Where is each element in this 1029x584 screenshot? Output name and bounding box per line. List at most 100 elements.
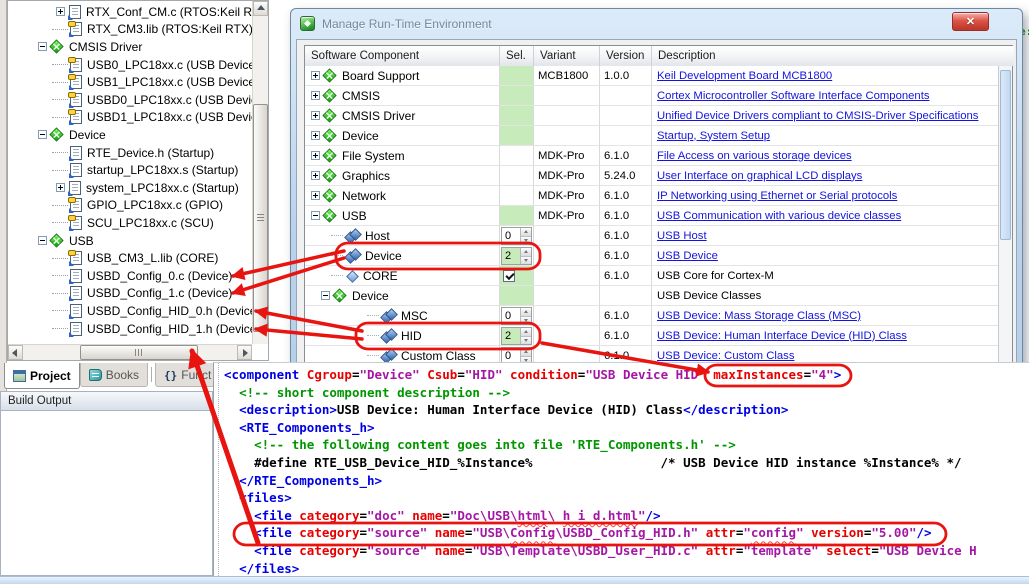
component-row-5-graphics[interactable]: GraphicsMDK-Pro5.24.0User Interface on g… (305, 166, 998, 186)
build-output-body[interactable] (0, 411, 213, 576)
component-row-12-msc[interactable]: MSC06.1.0USB Device: Mass Storage Class … (305, 306, 998, 326)
description-link[interactable]: USB Host (652, 230, 707, 242)
tree-item-usb1-lpc18xx-c-usb-device-u[interactable]: USB1_LPC18xx.c (USB Device:U (8, 73, 252, 91)
component-row-11-device[interactable]: DeviceUSB Device Classes (305, 286, 998, 306)
component-row-9-device[interactable]: Device26.1.0USB Device (305, 246, 998, 266)
expand-toggle[interactable] (38, 130, 47, 139)
expand-toggle[interactable] (311, 111, 320, 120)
spin-up-button[interactable] (521, 228, 531, 237)
tree-item-usb0-lpc18xx-c-usb-device-u[interactable]: USB0_LPC18xx.c (USB Device:U (8, 56, 252, 74)
component-row-0-board-support[interactable]: Board SupportMCB18001.0.0Keil Developmen… (305, 66, 998, 86)
tree-item-usbd-config-1-c-device[interactable]: USBD_Config_1.c (Device) (8, 285, 252, 303)
description-link[interactable]: USB Communication with various device cl… (652, 210, 901, 222)
component-row-2-cmsis-driver[interactable]: CMSIS DriverUnified Device Drivers compl… (305, 106, 998, 126)
tree-item-usbd1-lpc18xx-c-usb-device[interactable]: USBD1_LPC18xx.c (USB Device: (8, 109, 252, 127)
description-link[interactable]: Unified Device Drivers compliant to CMSI… (652, 110, 978, 122)
code-line-11[interactable]: <file category="source" name="USB\Templa… (224, 542, 1029, 560)
tree-item-usbd-config-hid-1-h-device[interactable]: USBD_Config_HID_1.h (Device: (8, 320, 252, 338)
expand-toggle[interactable] (311, 211, 320, 220)
code-line-2[interactable]: <!-- short component description --> (224, 384, 1029, 402)
description-link[interactable]: IP Networking using Ethernet or Serial p… (652, 190, 897, 202)
expand-toggle[interactable] (311, 151, 320, 160)
tree-item-rtx-cm3-lib-rtos-keil-rtx[interactable]: RTX_CM3.lib (RTOS:Keil RTX) (8, 21, 252, 39)
scroll-up-button[interactable] (253, 1, 268, 16)
expand-toggle[interactable] (321, 291, 330, 300)
tree-item-cmsis-driver[interactable]: CMSIS Driver (8, 38, 252, 56)
scroll-left-button[interactable] (8, 345, 23, 360)
spin-down-button[interactable] (521, 257, 531, 265)
code-line-6[interactable]: #define RTE_USB_Device_HID_%Instance% /*… (224, 454, 1029, 472)
spin-down-button[interactable] (521, 317, 531, 325)
tree-item-usbd-config-hid-0-h-device[interactable]: USBD_Config_HID_0.h (Device: (8, 302, 252, 320)
expand-toggle[interactable] (56, 7, 65, 16)
tree-item-gpio-lpc18xx-c-gpio[interactable]: GPIO_LPC18xx.c (GPIO) (8, 197, 252, 215)
tab-funct[interactable]: {}Funct (155, 363, 213, 387)
tree-item-system-lpc18xx-c-startup[interactable]: system_LPC18xx.c (Startup) (8, 179, 252, 197)
spin-up-button[interactable] (521, 248, 531, 257)
code-line-12[interactable]: </files> (224, 560, 1029, 576)
description-link[interactable]: Cortex Microcontroller Software Interfac… (652, 90, 930, 102)
spin-up-button[interactable] (521, 348, 531, 357)
code-line-5[interactable]: <!-- the following content goes into fil… (224, 436, 1029, 454)
code-line-3[interactable]: <description>USB Device: Human Interface… (224, 401, 1029, 419)
expand-toggle[interactable] (56, 183, 65, 192)
tree-vertical-scrollbar[interactable] (252, 1, 268, 344)
spin-down-button[interactable] (521, 237, 531, 245)
description-link[interactable]: USB Device: Mass Storage Class (MSC) (652, 310, 861, 322)
tree-item-rtx-conf-cm-c-rtos-keil-rt[interactable]: RTX_Conf_CM.c (RTOS:Keil RT (8, 3, 252, 21)
description-link[interactable]: User Interface on graphical LCD displays (652, 170, 862, 182)
spin-down-button[interactable] (521, 337, 531, 345)
spin-up-button[interactable] (521, 328, 531, 337)
close-button[interactable]: ✕ (952, 12, 989, 31)
xml-editor-pane[interactable]: <component Cgroup="Device" Csub="HID" co… (213, 362, 1029, 576)
component-row-13-hid[interactable]: HID26.1.0USB Device: Human Interface Dev… (305, 326, 998, 346)
core-checkbox[interactable] (503, 270, 515, 282)
component-row-4-file-system[interactable]: File SystemMDK-Pro6.1.0File Access on va… (305, 146, 998, 166)
spin-up-button[interactable] (521, 308, 531, 317)
code-line-4[interactable]: <RTE_Components_h> (224, 419, 1029, 437)
tree-item-usb[interactable]: USB (8, 232, 252, 250)
description-link[interactable]: USB Device (652, 250, 718, 262)
device-instances-spinner[interactable]: 2 (501, 247, 532, 265)
horizontal-scrollbar-thumb[interactable] (80, 345, 198, 360)
scroll-right-button[interactable] (237, 345, 252, 360)
expand-toggle[interactable] (311, 131, 320, 140)
description-link[interactable]: USB Device: Custom Class (652, 350, 794, 362)
tree-item-scu-lpc18xx-c-scu[interactable]: SCU_LPC18xx.c (SCU) (8, 214, 252, 232)
tree-horizontal-scrollbar[interactable] (8, 344, 252, 360)
tree-item-usbd-config-0-c-device[interactable]: USBD_Config_0.c (Device) (8, 267, 252, 285)
description-link[interactable]: File Access on various storage devices (652, 150, 852, 162)
code-line-8[interactable]: <files> (224, 489, 1029, 507)
component-row-6-network[interactable]: NetworkMDK-Pro6.1.0IP Networking using E… (305, 186, 998, 206)
tab-project[interactable]: Project (4, 363, 80, 389)
component-row-1-cmsis[interactable]: CMSISCortex Microcontroller Software Int… (305, 86, 998, 106)
tab-books[interactable]: Books (80, 363, 148, 387)
tree-item-usb-cm3-l-lib-core[interactable]: USB_CM3_L.lib (CORE) (8, 249, 252, 267)
hid-instances-spinner[interactable]: 2 (501, 327, 532, 345)
component-row-8-host[interactable]: Host06.1.0USB Host (305, 226, 998, 246)
component-row-7-usb[interactable]: USBMDK-Pro6.1.0USB Communication with va… (305, 206, 998, 226)
expand-toggle[interactable] (311, 71, 320, 80)
vertical-scrollbar-thumb[interactable] (253, 104, 268, 332)
vertical-scrollbar-thumb[interactable] (1000, 70, 1011, 240)
expand-toggle[interactable] (311, 171, 320, 180)
expand-toggle[interactable] (38, 236, 47, 245)
code-line-10[interactable]: <file category="source" name="USB\Config… (224, 524, 1029, 542)
expand-toggle[interactable] (38, 42, 47, 51)
code-line-9[interactable]: <file category="doc" name="Doc\USB\html\… (224, 507, 1029, 525)
description-link[interactable]: Keil Development Board MCB1800 (652, 70, 832, 82)
component-row-3-device[interactable]: DeviceStartup, System Setup (305, 126, 998, 146)
host-instances-spinner[interactable]: 0 (501, 227, 532, 245)
component-row-10-core[interactable]: CORE6.1.0USB Core for Cortex-M (305, 266, 998, 286)
msc-instances-spinner[interactable]: 0 (501, 307, 532, 325)
expand-toggle[interactable] (311, 91, 320, 100)
code-line-7[interactable]: </RTE_Components_h> (224, 472, 1029, 490)
description-link[interactable]: Startup, System Setup (652, 130, 770, 142)
tree-item-startup-lpc18xx-s-startup[interactable]: startup_LPC18xx.s (Startup) (8, 161, 252, 179)
expand-toggle[interactable] (311, 191, 320, 200)
description-link[interactable]: USB Device: Human Interface Device (HID)… (652, 330, 907, 342)
tree-item-device[interactable]: Device (8, 126, 252, 144)
tree-item-usbd0-lpc18xx-c-usb-device[interactable]: USBD0_LPC18xx.c (USB Device: (8, 91, 252, 109)
dialog-titlebar[interactable]: Manage Run-Time Environment ✕ (291, 9, 1022, 39)
tree-item-rte-device-h-startup[interactable]: RTE_Device.h (Startup) (8, 144, 252, 162)
